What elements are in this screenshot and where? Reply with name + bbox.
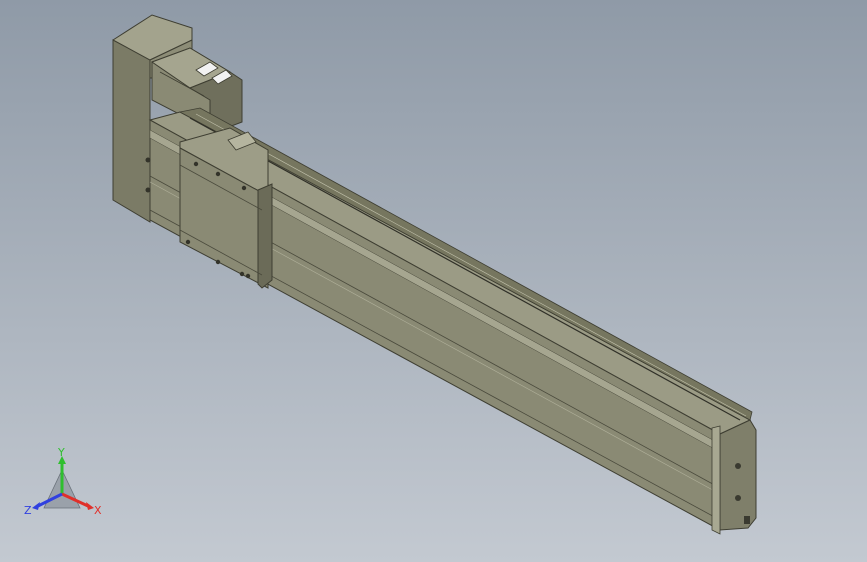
mount-hole — [145, 187, 151, 193]
z-axis-arrow-head — [32, 502, 40, 510]
mount-hole — [145, 157, 151, 163]
x-axis-arrow-head — [86, 502, 94, 510]
y-axis-label: Y — [57, 448, 65, 459]
reference-triad: Y X Z — [22, 446, 112, 528]
linear-actuator-model[interactable] — [0, 0, 867, 562]
graphics-viewport[interactable]: Y X Z — [0, 0, 867, 562]
x-axis-label: X — [94, 504, 102, 517]
end-cap[interactable] — [711, 419, 757, 535]
z-axis-label: Z — [24, 504, 32, 517]
carriage-slider[interactable] — [179, 127, 273, 289]
